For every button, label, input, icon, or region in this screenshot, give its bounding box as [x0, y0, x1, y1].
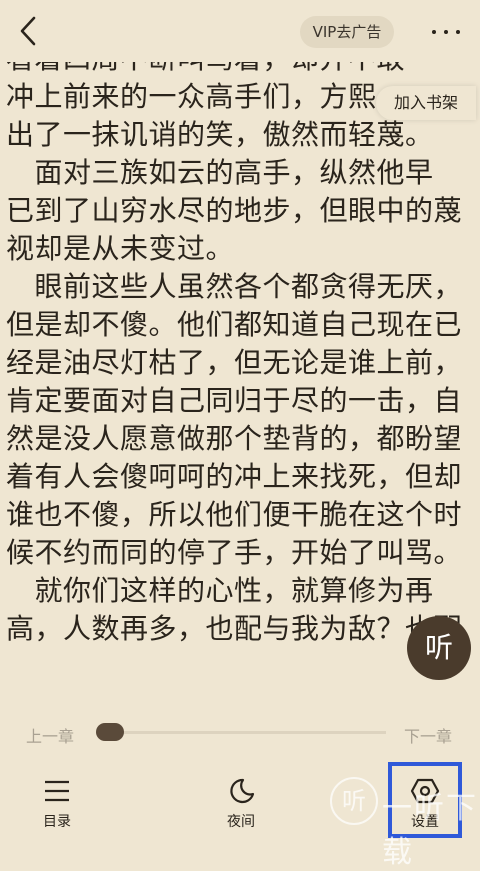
text-line: 高，人数再多，也配与我为敌？也配 — [6, 612, 463, 645]
bottom-panel: 上一章 下一章 目录 夜间 设置 — [0, 705, 480, 838]
menu-list-icon — [45, 780, 69, 802]
previous-chapter-button[interactable]: 上一章 — [26, 723, 74, 747]
night-mode-label: 夜间 — [227, 814, 255, 830]
text-line: 肯定要面对自己同归于尽的一击，自 — [6, 384, 463, 417]
listen-button[interactable]: 听 — [407, 616, 471, 680]
back-button[interactable] — [14, 14, 44, 48]
text-line: 但是却不傻。他们都知道自己现在已 — [6, 308, 463, 341]
vip-remove-ads-button[interactable]: VIP去广告 — [300, 16, 394, 48]
moon-icon — [230, 778, 255, 804]
chapter-progress-track[interactable] — [98, 731, 386, 734]
more-dot-icon — [456, 30, 460, 34]
text-line: 面对三族如云的高手，纵然他早 — [6, 156, 434, 189]
chapter-progress-knob[interactable] — [96, 723, 124, 741]
night-mode-button[interactable]: 夜间 — [206, 777, 276, 835]
add-to-bookshelf-button[interactable]: 加入书架 — [376, 86, 476, 120]
text-line: 经是油尽灯枯了，但无论是谁上前， — [6, 346, 463, 379]
more-dot-icon — [444, 30, 448, 34]
paragraph: 面对三族如云的高手，纵然他早 已到了山穷水尽的地步，但眼中的蔑 视却是从未变过。 — [0, 154, 480, 268]
catalog-button[interactable]: 目录 — [22, 777, 92, 835]
text-line: 眼前这些人虽然各个都贪得无厌， — [6, 270, 463, 303]
paragraph: 眼前这些人虽然各个都贪得无厌， 但是却不傻。他们都知道自己现在已 经是油尽灯枯了，但… — [0, 268, 480, 572]
chevron-left-icon — [20, 16, 36, 46]
text-line: 视却是从未变过。 — [6, 232, 235, 265]
text-line: 着有人会傻呵呵的冲上来找死，但却 — [6, 460, 463, 493]
reading-area[interactable]: 看着四周不断叫骂着，却并不敢冲上前来的一众高手们，方熙出了一抹讥诮的笑，傲然而轻… — [0, 40, 480, 705]
text-line: 然是没人愿意做那个垫背的，都盼望 — [6, 422, 463, 455]
top-bar: VIP去广告 — [0, 0, 480, 62]
text-line: 候不约而同的停了手，开始了叫骂。 — [6, 536, 463, 569]
catalog-label: 目录 — [43, 814, 71, 830]
settings-highlight-frame — [388, 762, 462, 838]
more-dot-icon — [432, 30, 436, 34]
next-chapter-button[interactable]: 下一章 — [404, 723, 452, 747]
text-line: 出了一抹讥诮的笑，傲然而轻蔑。 — [6, 118, 434, 151]
text-line: 就你们这样的心性，就算修为再 — [6, 574, 434, 607]
text-line: 已到了山穷水尽的地步，但眼中的蔑 — [6, 194, 463, 227]
more-options-button[interactable] — [428, 20, 464, 44]
text-line: 谁也不傻，所以他们便干脆在这个时 — [6, 498, 463, 531]
